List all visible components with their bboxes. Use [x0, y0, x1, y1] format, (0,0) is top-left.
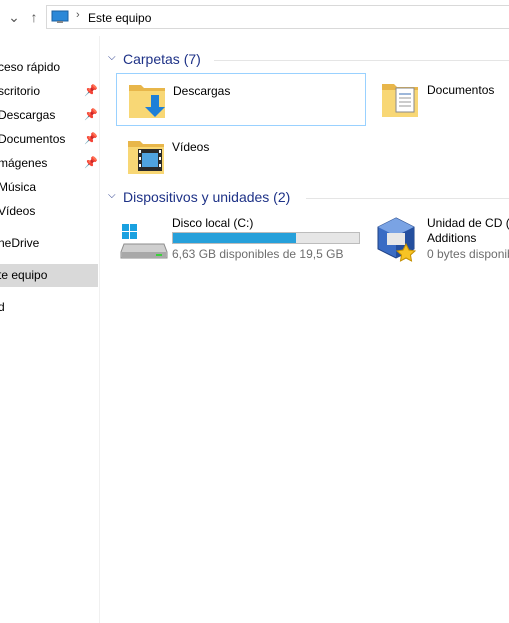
back-arrow-icon[interactable]: ⌄: [6, 8, 22, 26]
content-pane: ⌵ Carpetas (7) Descargas Documentos Víde…: [100, 36, 509, 623]
sidebar-item-images[interactable]: mágenes 📌: [0, 152, 98, 175]
address-bar: ⌄ ↑ › Este equipo: [0, 0, 509, 36]
sidebar-item-videos[interactable]: Vídeos: [0, 200, 98, 223]
sidebar-item-label: d: [0, 300, 5, 314]
group-header-folders[interactable]: ⌵ Carpetas (7): [100, 49, 509, 71]
drive-free-space: 0 bytes disponib: [427, 247, 509, 261]
sidebar-item-label: Documentos: [0, 132, 66, 146]
this-pc-icon: [51, 10, 69, 23]
up-arrow-icon[interactable]: ↑: [26, 8, 42, 26]
downloads-folder-icon: [129, 85, 165, 118]
drive-name-line1: Unidad de CD (I: [427, 216, 509, 230]
sidebar-item-this-pc[interactable]: te equipo: [0, 264, 98, 287]
folder-name: Vídeos: [172, 140, 210, 154]
sidebar-item-label: Vídeos: [0, 204, 36, 218]
sidebar-item-label: te equipo: [0, 268, 48, 282]
sidebar-item-label: mágenes: [0, 156, 48, 170]
chevron-down-icon[interactable]: ⌵: [108, 52, 116, 63]
drive-free-space: 6,63 GB disponibles de 19,5 GB: [172, 247, 344, 261]
folder-tile-videos[interactable]: Vídeos: [116, 130, 366, 183]
drive-tile-cd[interactable]: Unidad de CD (I Additions 0 bytes dispon…: [372, 212, 509, 264]
sidebar-item-desktop[interactable]: scritorio 📌: [0, 80, 98, 103]
address-field[interactable]: › Este equipo: [46, 5, 509, 29]
sidebar-item-downloads[interactable]: Descargas 📌: [0, 104, 98, 127]
drive-name: Disco local (C:): [172, 216, 254, 230]
sidebar-item-label: neDrive: [0, 236, 40, 250]
drive-usage-bar: [172, 232, 360, 244]
pin-icon: 📌: [84, 85, 98, 97]
folder-name: Documentos: [427, 83, 495, 97]
group-title: Dispositivos y unidades (2): [123, 189, 291, 205]
group-header-devices[interactable]: ⌵ Dispositivos y unidades (2): [100, 187, 509, 209]
sidebar-item-label: scritorio: [0, 84, 41, 98]
folder-name: Descargas: [173, 84, 231, 98]
drive-usage-fill: [173, 233, 296, 243]
group-divider: [214, 60, 509, 61]
drive-tile-local-disk[interactable]: Disco local (C:) 6,63 GB disponibles de …: [116, 212, 366, 264]
sidebar-item-quick-access[interactable]: ceso rápido: [0, 56, 98, 79]
pin-icon: 📌: [84, 109, 98, 121]
group-divider: [306, 198, 509, 199]
sidebar-item-documents[interactable]: Documentos 📌: [0, 128, 98, 151]
folder-tile-downloads[interactable]: Descargas: [116, 73, 366, 126]
sidebar-item-label: ceso rápido: [0, 60, 61, 74]
windows-drive-icon: [120, 224, 168, 259]
folder-tile-documents[interactable]: Documentos: [372, 73, 509, 126]
videos-folder-icon: [128, 141, 164, 174]
drive-name-line2: Additions: [427, 231, 477, 245]
pin-icon: 📌: [84, 133, 98, 145]
breadcrumb[interactable]: Este equipo: [88, 11, 151, 25]
sidebar-item-label: Música: [0, 180, 37, 194]
chevron-down-icon[interactable]: ⌵: [108, 190, 116, 201]
group-title: Carpetas (7): [123, 51, 201, 67]
navigation-pane: ceso rápido scritorio 📌 Descargas 📌 Docu…: [0, 36, 100, 623]
documents-folder-icon: [382, 84, 418, 117]
virtualbox-cd-icon: [377, 217, 417, 262]
sidebar-item-network[interactable]: d: [0, 296, 98, 319]
sidebar-item-onedrive[interactable]: neDrive: [0, 232, 98, 255]
sidebar-item-label: Descargas: [0, 108, 56, 122]
chevron-right-icon[interactable]: ›: [76, 9, 80, 21]
sidebar-item-music[interactable]: Música: [0, 176, 98, 199]
pin-icon: 📌: [84, 157, 98, 169]
